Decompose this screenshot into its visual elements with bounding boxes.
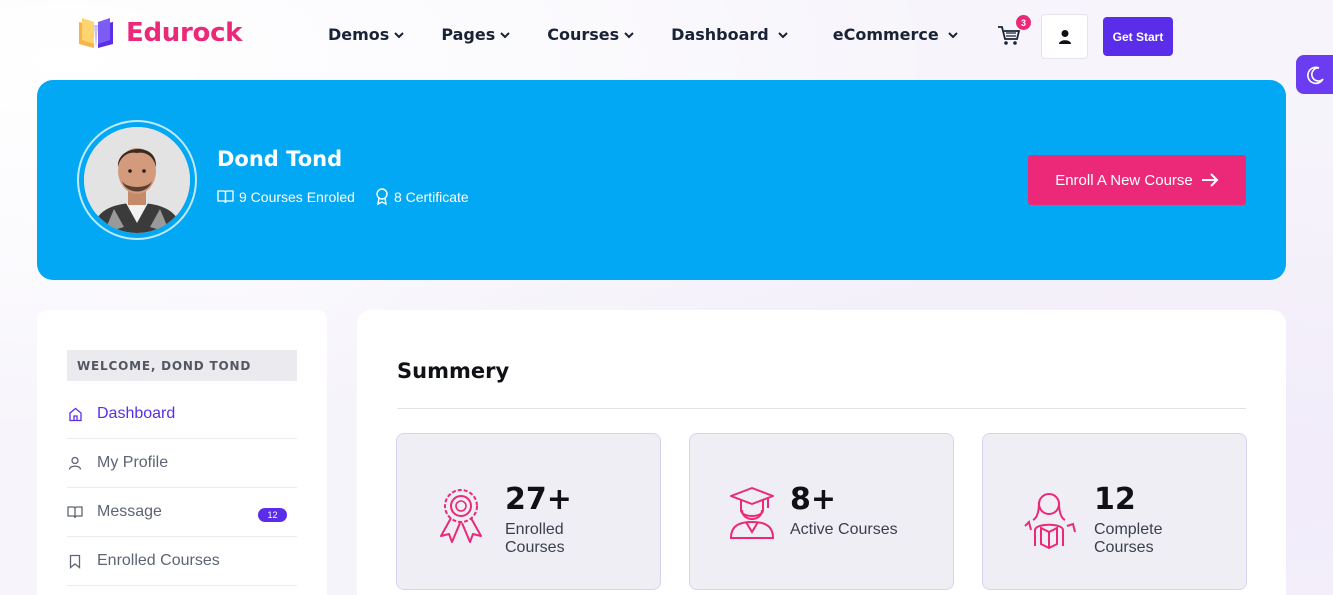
stat-label: Enrolled Courses [505,521,565,556]
book-logo-icon [76,16,116,50]
stat-value: 12 [1094,482,1136,517]
profile-name: Dond Tond [217,147,343,171]
stat-value: 8+ [790,482,837,517]
home-icon [67,407,83,422]
avatar [84,127,190,233]
stat-card-active: 8+ Active Courses [689,433,954,590]
nav-demos[interactable]: Demos [328,25,405,44]
sidebar-item-label: My Profile [97,454,169,471]
stat-value: 27+ [505,482,572,517]
sidebar-item-enrolled-courses[interactable]: Enrolled Courses [67,537,297,586]
sidebar-item-label: Message [97,503,162,520]
profile-banner: Dond Tond 9 Courses Enroled 8 Certificat… [37,80,1286,280]
chevron-down-icon [499,29,511,41]
get-start-button[interactable]: Get Start [1103,17,1173,56]
arrow-right-icon [1201,173,1219,187]
stat-card-enrolled: 27+ Enrolled Courses [396,433,661,590]
book-open-icon [67,505,83,519]
user-account-button[interactable] [1041,14,1088,59]
nav-demos-label: Demos [328,25,390,44]
chevron-down-icon [393,29,405,41]
dashboard-sidebar: WELCOME, DOND TOND Dashboard My Profile … [37,310,327,595]
stat-label: Complete Courses [1094,521,1163,556]
main-nav: Demos Pages Courses Dashboard eCommerce [328,25,995,44]
sidebar-menu: Dashboard My Profile Message 12 Enrolled… [67,390,297,586]
logo[interactable]: Edurock [76,16,242,50]
nav-pages[interactable]: Pages [441,25,511,44]
courses-enrolled-meta: 9 Courses Enroled [217,189,355,205]
nav-courses[interactable]: Courses [547,25,635,44]
chevron-down-icon [623,29,635,41]
user-icon [67,456,83,470]
theme-toggle-button[interactable] [1296,55,1333,94]
award-icon [433,484,495,546]
avatar-ring [77,120,197,240]
award-icon [376,188,388,205]
stat-label: Active Courses [790,521,898,538]
sidebar-item-dashboard[interactable]: Dashboard [67,390,297,439]
certificates-text: 8 Certificate [393,188,469,205]
sidebar-item-my-profile[interactable]: My Profile [67,439,297,488]
sidebar-item-label: Dashboard [97,405,176,422]
divider [397,408,1246,409]
nav-ecommerce-label: eCommerce [832,25,939,44]
nav-dashboard-label: Dashboard [671,25,769,44]
chevron-down-icon [947,29,959,41]
brand-name: Edurock [126,18,243,48]
sidebar-item-label: Enrolled Courses [97,552,220,569]
graduate-icon [728,484,790,546]
book-open-icon [217,190,234,204]
chevron-down-icon [777,29,789,41]
summary-title: Summery [397,359,510,383]
message-count-badge: 12 [258,508,287,522]
student-reading-icon [1021,490,1083,552]
enroll-new-course-button[interactable]: Enroll A New Course [1028,155,1246,205]
nav-ecommerce[interactable]: eCommerce [833,25,959,44]
cart-count-badge: 3 [1016,15,1031,30]
sidebar-item-message[interactable]: Message 12 [67,488,297,537]
welcome-heading: WELCOME, DOND TOND [67,350,297,381]
nav-dashboard[interactable]: Dashboard [671,25,789,44]
nav-pages-label: Pages [441,25,496,44]
enroll-button-label: Enroll A New Course [1055,171,1193,189]
moon-icon [1307,66,1324,84]
certificates-meta: 8 Certificate [375,188,469,205]
summary-panel: Summery 27+ Enrolled Courses 8+ Active C… [357,310,1286,595]
user-icon [1058,29,1071,44]
profile-meta: 9 Courses Enroled 8 Certificate [217,188,489,205]
stat-card-complete: 12 Complete Courses [982,433,1247,590]
site-header: Edurock Demos Pages Courses Dashboard eC… [0,0,1333,72]
nav-courses-label: Courses [547,25,620,44]
courses-enrolled-text: 9 Courses Enroled [239,188,355,205]
bookmark-icon [67,554,83,569]
